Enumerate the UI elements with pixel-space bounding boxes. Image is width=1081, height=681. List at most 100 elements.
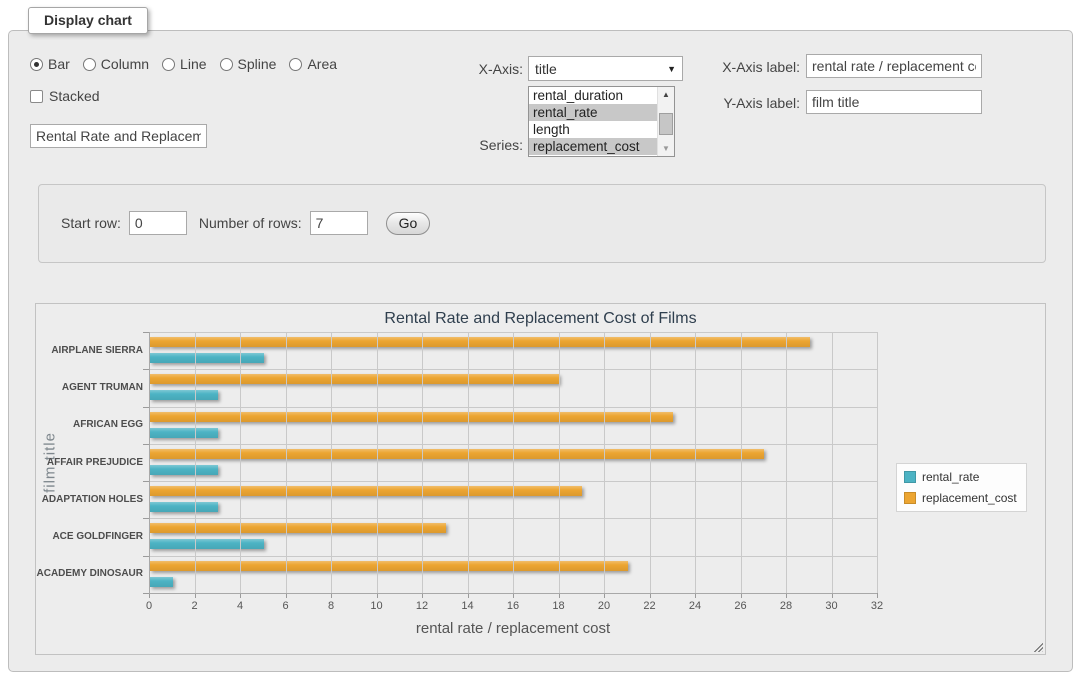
radio-label-column: Column <box>101 56 149 72</box>
y-gridline <box>149 556 877 557</box>
series-listbox[interactable]: rental_durationrental_ratelengthreplacem… <box>528 86 675 157</box>
x-gridline <box>650 332 651 593</box>
chart-container: Rental Rate and Replacement Cost of Film… <box>35 303 1046 655</box>
x-tick-label: 10 <box>360 600 394 612</box>
x-tick-label: 2 <box>178 600 212 612</box>
x-gridline <box>877 332 878 593</box>
x-gridline <box>331 332 332 593</box>
x-axis-label-input[interactable] <box>806 54 982 78</box>
x-tick-label: 20 <box>587 600 621 612</box>
x-axis-label-label: X-Axis label: <box>700 59 800 75</box>
series-option-replacement_cost[interactable]: replacement_cost <box>529 138 657 155</box>
y-axis-label-label: Y-Axis label: <box>700 95 800 111</box>
chart-title: Rental Rate and Replacement Cost of Film… <box>36 310 1045 328</box>
x-tick-label: 14 <box>451 600 485 612</box>
bar-sheen <box>150 374 559 384</box>
series-option-rental_rate[interactable]: rental_rate <box>529 104 657 121</box>
bar-replacement_cost <box>150 449 764 459</box>
x-axis-select[interactable]: title ▼ <box>528 56 683 81</box>
bar-sheen <box>150 465 218 475</box>
radio-bar[interactable] <box>30 58 43 71</box>
x-tick-label: 28 <box>769 600 803 612</box>
x-tick-label: 24 <box>678 600 712 612</box>
x-tick-label: 30 <box>815 600 849 612</box>
stacked-checkbox[interactable] <box>30 90 43 103</box>
x-tick-label: 6 <box>269 600 303 612</box>
series-option-length[interactable]: length <box>529 121 657 138</box>
stacked-row: Stacked <box>30 88 100 104</box>
radio-label-spline: Spline <box>238 56 277 72</box>
radio-option-area: Area <box>289 56 337 72</box>
start-row-label: Start row: <box>61 215 121 231</box>
bar-sheen <box>150 449 764 459</box>
radio-area[interactable] <box>289 58 302 71</box>
stacked-label: Stacked <box>49 88 100 104</box>
radio-column[interactable] <box>83 58 96 71</box>
x-gridline <box>468 332 469 593</box>
x-tick-label: 16 <box>496 600 530 612</box>
num-rows-input[interactable] <box>310 211 368 235</box>
x-tick-label: 22 <box>633 600 667 612</box>
radio-option-spline: Spline <box>220 56 277 72</box>
go-button[interactable]: Go <box>386 212 431 235</box>
radio-label-line: Line <box>180 56 206 72</box>
x-gridline <box>832 332 833 593</box>
legend-item-rental_rate[interactable]: rental_rate <box>904 470 1017 484</box>
start-row-input[interactable] <box>129 211 187 235</box>
x-tick-label: 8 <box>314 600 348 612</box>
scrollbar-thumb[interactable] <box>659 113 673 135</box>
y-gridline <box>149 332 877 333</box>
radio-line[interactable] <box>162 58 175 71</box>
scrollbar-down-icon[interactable]: ▼ <box>658 141 674 156</box>
series-option-rental_duration[interactable]: rental_duration <box>529 87 657 104</box>
x-gridline <box>422 332 423 593</box>
bar-rental_rate <box>150 428 218 438</box>
row-controls-panel: Start row: Number of rows: Go <box>38 184 1046 263</box>
listbox-scrollbar[interactable]: ▲ ▼ <box>657 87 674 156</box>
series-select-label: Series: <box>443 137 523 153</box>
bar-sheen <box>150 428 218 438</box>
category-label: ADAPTATION HOLES <box>36 494 143 505</box>
x-gridline <box>286 332 287 593</box>
x-gridline <box>695 332 696 593</box>
bar-rental_rate <box>150 390 218 400</box>
scrollbar-up-icon[interactable]: ▲ <box>658 87 674 102</box>
radio-label-area: Area <box>307 56 337 72</box>
chart-type-radio-group: Bar Column Line Spline Area <box>30 56 350 72</box>
x-tick-label: 26 <box>724 600 758 612</box>
x-axis-line <box>149 593 877 594</box>
legend-label-rental_rate: rental_rate <box>922 470 979 484</box>
y-gridline <box>149 369 877 370</box>
resize-handle-icon[interactable] <box>1032 641 1043 652</box>
x-gridline <box>513 332 514 593</box>
radio-option-bar: Bar <box>30 56 70 72</box>
dropdown-arrow-icon: ▼ <box>667 64 676 74</box>
y-axis-line <box>149 332 150 593</box>
bar-sheen <box>150 539 264 549</box>
bar-replacement_cost <box>150 337 810 347</box>
bar-sheen <box>150 486 582 496</box>
bar-rental_rate <box>150 502 218 512</box>
bar-sheen <box>150 390 218 400</box>
category-label: AIRPLANE SIERRA <box>36 345 143 356</box>
x-axis-selected-value: title <box>535 61 557 77</box>
y-gridline <box>149 444 877 445</box>
y-axis-label-input[interactable] <box>806 90 982 114</box>
bar-sheen <box>150 353 264 363</box>
bar-replacement_cost <box>150 412 673 422</box>
x-gridline <box>195 332 196 593</box>
chart-title-input[interactable] <box>30 124 207 148</box>
x-tick-label: 32 <box>860 600 894 612</box>
radio-option-line: Line <box>162 56 206 72</box>
bar-rental_rate <box>150 465 218 475</box>
bar-replacement_cost <box>150 561 628 571</box>
category-label: AGENT TRUMAN <box>36 382 143 393</box>
bar-sheen <box>150 561 628 571</box>
category-label: ACADEMY DINOSAUR <box>36 568 143 579</box>
fieldset-legend: Display chart <box>28 7 148 34</box>
legend-item-replacement_cost[interactable]: replacement_cost <box>904 491 1017 505</box>
legend-swatch-replacement_cost <box>904 492 916 504</box>
x-gridline <box>240 332 241 593</box>
radio-spline[interactable] <box>220 58 233 71</box>
bar-rental_rate <box>150 539 264 549</box>
